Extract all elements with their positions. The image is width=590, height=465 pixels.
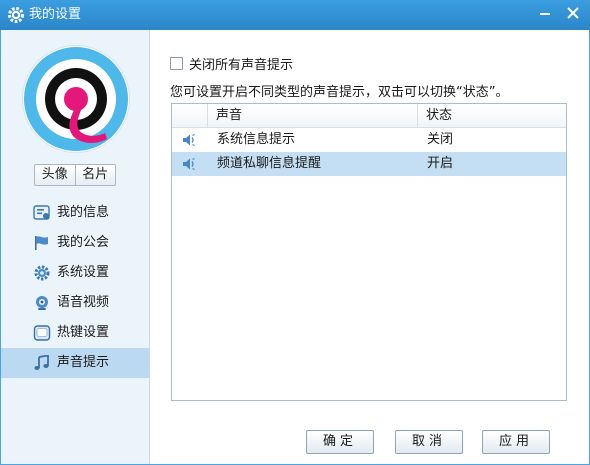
title-bar[interactable]: 我的设置 [0, 0, 590, 30]
sidebar-item-label: 声音提示 [57, 355, 110, 370]
table-row[interactable]: 系统信息提示 关闭 [172, 128, 566, 152]
row-icon-cell [172, 152, 208, 176]
avatar[interactable] [23, 46, 129, 152]
profile-card-icon [33, 205, 50, 220]
row-sound-name: 频道私聊信息提醒 [217, 156, 322, 171]
hint-text: 您可设置开启不同类型的声音提示，双击可以切换“状态”。 [170, 85, 509, 100]
row-icon-cell [172, 128, 208, 152]
row-sound-name: 系统信息提示 [217, 132, 296, 147]
sidebar-item-label: 语音视频 [57, 295, 110, 310]
settings-window: 我的设置 头像 名片 我的信息 我的公会 系统设置 语音视频 热键设置 声音提示… [0, 0, 590, 465]
ok-button[interactable]: 确定 [306, 430, 374, 454]
sidebar-item-system-settings[interactable]: 系统设置 [1, 258, 149, 288]
sidebar-item-label: 热键设置 [57, 325, 110, 340]
table-header: 声音 状态 [172, 104, 566, 128]
sound-alert-table: 声音 状态 系统信息提示 关闭 频道私聊信息提醒 开启 [171, 103, 567, 401]
apply-button[interactable]: 应用 [482, 430, 550, 454]
sidebar-item-label: 我的信息 [57, 205, 110, 220]
keyboard-key-icon [33, 325, 51, 341]
speaker-icon [183, 158, 195, 170]
gear-icon [34, 265, 50, 281]
mute-all-row: 关闭所有声音提示 [170, 54, 293, 73]
sidebar-nav: 我的信息 我的公会 系统设置 语音视频 热键设置 声音提示 [1, 198, 149, 378]
table-row[interactable]: 频道私聊信息提醒 开启 [172, 152, 566, 176]
webcam-icon [36, 296, 48, 310]
row-state: 关闭 [427, 132, 454, 147]
sidebar-item-voice-video[interactable]: 语音视频 [1, 288, 149, 318]
column-header-icon[interactable] [172, 104, 208, 127]
cancel-button[interactable]: 取消 [395, 430, 463, 454]
flag-icon [35, 236, 48, 250]
column-header-state[interactable]: 状态 [418, 104, 566, 127]
sidebar: 头像 名片 我的信息 我的公会 系统设置 语音视频 热键设置 声音提示 [1, 30, 150, 464]
window-title: 我的设置 [29, 7, 82, 22]
avatar-button[interactable]: 头像 [35, 165, 75, 185]
sidebar-item-label: 我的公会 [57, 235, 110, 250]
sidebar-item-sound-alerts[interactable]: 声音提示 [1, 348, 149, 378]
avatar-image [24, 47, 128, 151]
speaker-icon [183, 134, 195, 146]
row-state: 开启 [427, 156, 454, 171]
sidebar-item-hotkey-settings[interactable]: 热键设置 [1, 318, 149, 348]
card-button[interactable]: 名片 [74, 165, 116, 185]
minimize-icon[interactable] [535, 5, 555, 23]
music-note-icon [34, 355, 49, 370]
photo-button-group: 头像 名片 [34, 164, 116, 186]
mute-all-label[interactable]: 关闭所有声音提示 [189, 54, 293, 73]
sidebar-item-label: 系统设置 [57, 265, 110, 280]
sidebar-item-my-guild[interactable]: 我的公会 [1, 228, 149, 258]
settings-gear-icon [8, 7, 24, 23]
column-header-sound[interactable]: 声音 [208, 104, 418, 127]
sidebar-item-my-info[interactable]: 我的信息 [1, 198, 149, 228]
close-icon[interactable] [563, 5, 583, 23]
sound-settings-panel: 关闭所有声音提示 您可设置开启不同类型的声音提示，双击可以切换“状态”。 声音 … [150, 30, 589, 464]
mute-all-checkbox[interactable] [170, 56, 183, 70]
